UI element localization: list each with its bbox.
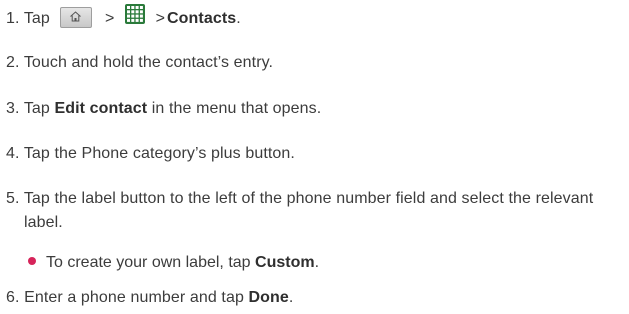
step-3: 3. Tap Edit contact in the menu that ope… bbox=[6, 100, 322, 117]
step-5: 5. Tap the label button to the left of t… bbox=[6, 187, 626, 235]
edit-contact-label: Edit contact bbox=[54, 100, 148, 117]
contacts-label: Contacts bbox=[167, 10, 237, 28]
step-number: 1. bbox=[6, 10, 20, 28]
step-text: Tap the Phone category’s plus button. bbox=[23, 145, 295, 162]
step-text: Tap bbox=[23, 100, 55, 117]
step-number: 3. bbox=[6, 100, 20, 117]
step-text: Tap bbox=[23, 10, 50, 28]
done-label: Done bbox=[248, 289, 289, 306]
separator: > bbox=[105, 10, 115, 28]
custom-label: Custom bbox=[255, 254, 315, 271]
step-number: 2. bbox=[6, 54, 20, 71]
instructions-page: 1. Tap > > Contacts. 2. Touch and hold t… bbox=[0, 0, 629, 314]
step-1: 1. Tap > > Contacts. bbox=[6, 4, 241, 32]
bullet-text: To create your own label, tap bbox=[46, 254, 256, 271]
step-text: Tap the label button to the left of the … bbox=[23, 190, 594, 231]
step-6: 6. Enter a phone number and tap Done. bbox=[6, 289, 294, 306]
step-text: Touch and hold the contact’s entry. bbox=[23, 54, 274, 71]
step-2: 2. Touch and hold the contact’s entry. bbox=[6, 53, 273, 73]
bullet-icon bbox=[28, 257, 36, 265]
step-number: 4. bbox=[6, 145, 20, 162]
separator: > bbox=[155, 10, 166, 28]
bullet-item: To create your own label, tap Custom. bbox=[28, 253, 319, 273]
step-number: 5. bbox=[6, 190, 20, 207]
step-4: 4. Tap the Phone category’s plus button. bbox=[6, 144, 295, 164]
home-key-icon bbox=[60, 6, 93, 28]
apps-grid-icon bbox=[125, 4, 146, 30]
step-text: Enter a phone number and tap bbox=[24, 289, 249, 306]
step-number: 6. bbox=[6, 289, 20, 306]
